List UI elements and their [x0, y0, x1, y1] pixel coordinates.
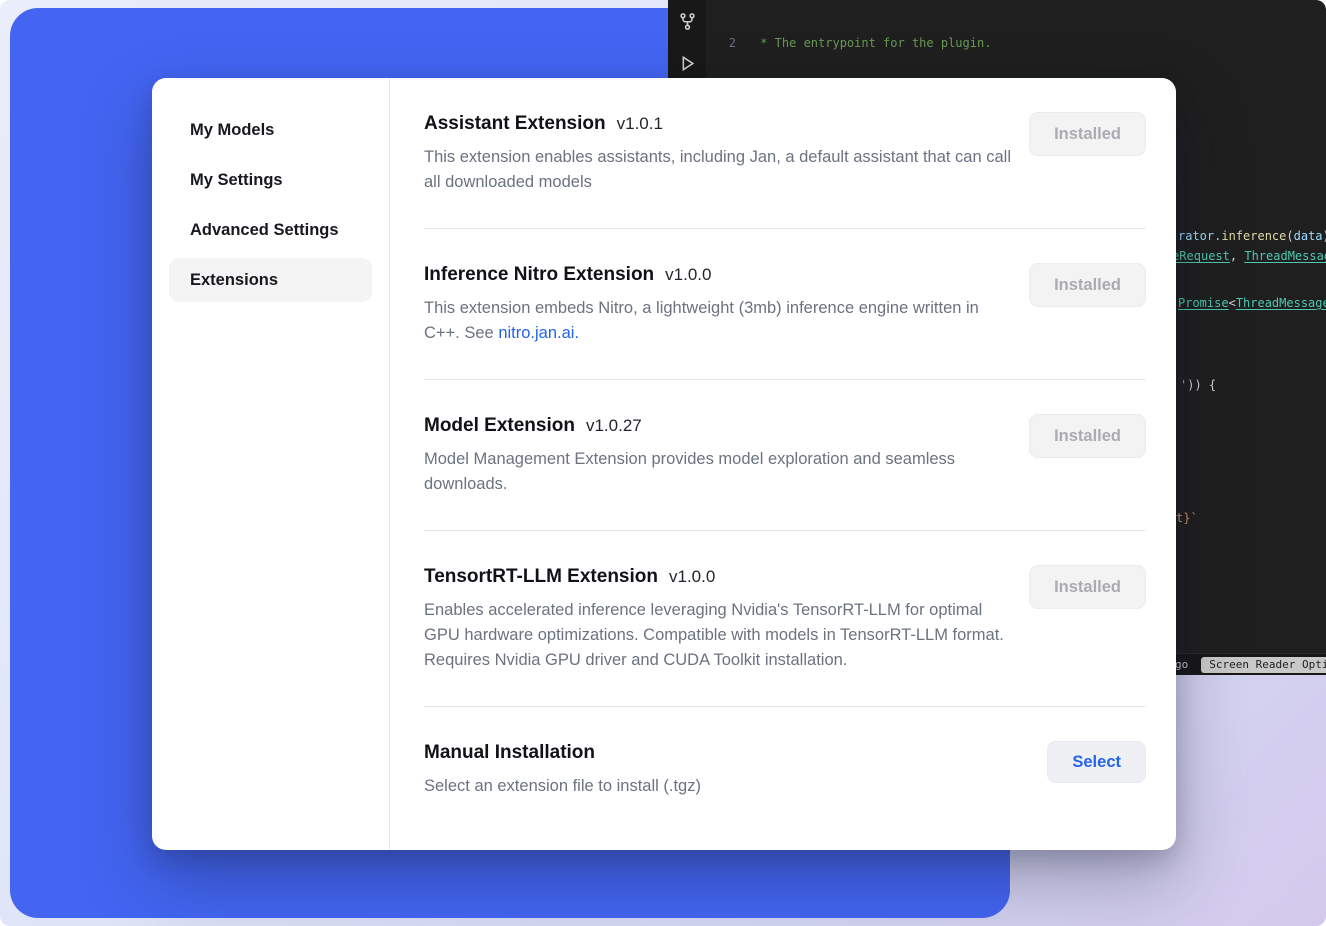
- installed-button[interactable]: Installed: [1029, 112, 1146, 156]
- extension-row-tensorrt: TensortRT-LLM Extension v1.0.0 Enables a…: [424, 531, 1146, 706]
- extension-title: Assistant Extension: [424, 112, 606, 136]
- code-line: 2 * The entrypoint for the plugin.: [706, 35, 1326, 51]
- settings-sidebar: My Models My Settings Advanced Settings …: [152, 78, 390, 850]
- extension-row-assistant: Assistant Extension v1.0.1 This extensio…: [424, 112, 1146, 228]
- line-number: 2: [706, 35, 736, 51]
- nitro-jan-ai-link[interactable]: nitro.jan.ai.: [498, 324, 579, 342]
- run-icon[interactable]: [678, 54, 697, 76]
- sidebar-item-advanced-settings[interactable]: Advanced Settings: [169, 208, 372, 252]
- extension-description: Enables accelerated inference leveraging…: [424, 598, 1014, 673]
- screen-reader-badge[interactable]: Screen Reader Optimized: [1201, 657, 1326, 673]
- settings-modal: My Models My Settings Advanced Settings …: [152, 78, 1176, 850]
- extension-version: v1.0.0: [665, 263, 711, 287]
- extension-row-nitro: Inference Nitro Extension v1.0.0 This ex…: [424, 229, 1146, 379]
- extension-title: Model Extension: [424, 414, 575, 438]
- extension-version: v1.0.1: [617, 112, 663, 136]
- status-text: go: [1175, 658, 1188, 671]
- extension-description: This extension embeds Nitro, a lightweig…: [424, 296, 1014, 346]
- extension-version: v1.0.0: [669, 565, 715, 589]
- code-fragment: rator.inference(data));: [1178, 229, 1326, 243]
- installed-button[interactable]: Installed: [1029, 565, 1146, 609]
- sidebar-item-extensions[interactable]: Extensions: [169, 258, 372, 302]
- code-fragment: t}`: [1176, 511, 1198, 525]
- extension-title: Inference Nitro Extension: [424, 263, 654, 287]
- source-control-icon[interactable]: [678, 12, 697, 34]
- extension-title: TensortRT-LLM Extension: [424, 565, 658, 589]
- extension-row-manual-installation: Manual Installation Select an extension …: [424, 707, 1146, 832]
- sidebar-item-my-settings[interactable]: My Settings: [169, 158, 372, 202]
- code-fragment: Promise<ThreadMessage>: [1178, 296, 1326, 310]
- extension-description: Model Management Extension provides mode…: [424, 447, 1014, 497]
- code-fragment: ')) {: [1180, 378, 1216, 392]
- sidebar-item-my-models[interactable]: My Models: [169, 108, 372, 152]
- page-background: 2 * The entrypoint for the plugin. 3 */ …: [0, 0, 1326, 926]
- installed-button[interactable]: Installed: [1029, 263, 1146, 307]
- extension-title: Manual Installation: [424, 741, 595, 765]
- extensions-panel: Assistant Extension v1.0.1 This extensio…: [390, 78, 1176, 850]
- extension-description: This extension enables assistants, inclu…: [424, 145, 1014, 195]
- select-file-button[interactable]: Select: [1047, 741, 1146, 783]
- extension-description: Select an extension file to install (.tg…: [424, 774, 701, 799]
- extension-row-model: Model Extension v1.0.27 Model Management…: [424, 380, 1146, 530]
- installed-button[interactable]: Installed: [1029, 414, 1146, 458]
- extension-version: v1.0.27: [586, 414, 642, 438]
